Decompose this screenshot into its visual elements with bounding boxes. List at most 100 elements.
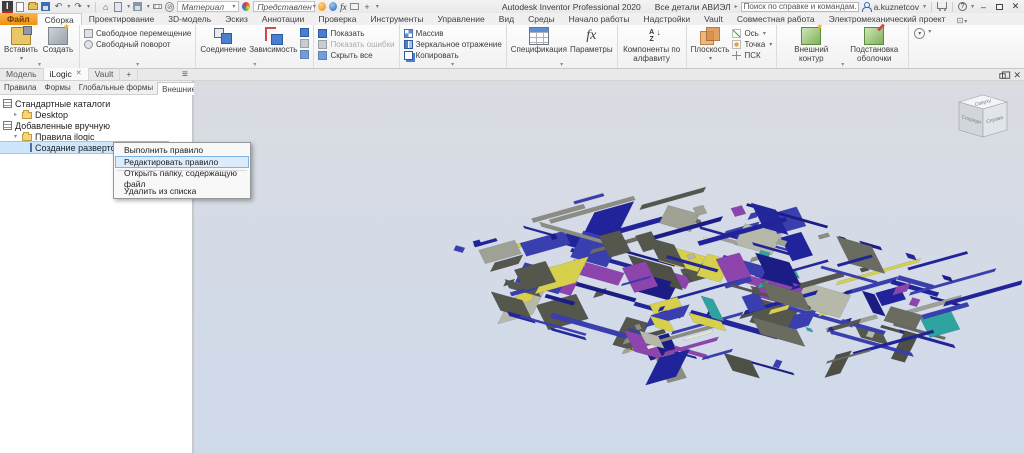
add-browser-tab-button[interactable]: + [120,68,139,80]
ribbon-options-button[interactable]: ▾ ▾ [909,25,936,68]
menu-item-open-folder[interactable]: Открыть папку, содержащую файл [115,168,249,189]
outline-button[interactable]: Внешний контур [781,23,841,64]
axis-button[interactable]: Ось ▾ [732,28,772,38]
redo-icon[interactable]: ↷ [73,1,83,12]
tab-collaborate[interactable]: Совместная работа [730,13,822,25]
help-search-input[interactable]: Поиск по справке и командам. [740,1,859,12]
help-dropdown-icon[interactable]: ▾ [971,3,974,10]
plane-dropdown-icon[interactable]: ▾ [709,56,712,63]
menu-item-run-rule[interactable]: Выполнить правило [115,144,249,156]
joint-button[interactable]: Соединение [200,27,246,55]
appearance-wheel-icon[interactable] [242,2,251,11]
undo-icon[interactable]: ↶ [54,1,64,12]
add-qat-icon[interactable]: + [362,1,372,12]
measure-icon[interactable] [153,1,163,12]
show-relationships-icon[interactable] [300,28,310,37]
menu-item-edit-rule[interactable]: Редактировать правило [115,156,249,168]
show-button[interactable]: Показать [318,28,394,38]
save-icon[interactable] [41,1,51,12]
tab-environments[interactable]: Среды [521,13,561,25]
inventor-app-icon[interactable]: I [2,0,13,13]
parameters-button[interactable]: fx Параметры [570,27,613,55]
expander-open-icon[interactable]: ▾ [12,133,19,140]
update-icon[interactable] [133,1,143,12]
ribbon-display-icon[interactable]: ⊡▾ [956,16,967,25]
subtab-global-forms[interactable]: Глобальные формы [75,81,157,94]
return-icon[interactable] [114,1,124,12]
close-button[interactable]: ✕ [1009,1,1022,12]
browser-tab-vault[interactable]: Vault [89,68,121,80]
subtab-rules[interactable]: Правила [0,81,40,94]
document-restore-icon[interactable] [999,71,1011,79]
home-icon[interactable]: ⌂ [101,1,111,12]
tab-sketch[interactable]: Эскиз [218,13,255,25]
tab-add-ins[interactable]: Надстройки [636,13,697,25]
ucs-button[interactable]: ПСК [732,50,772,60]
point-button[interactable]: Точка ▾ [732,39,772,49]
tab-tools[interactable]: Инструменты [363,13,430,25]
insert-button[interactable]: Вставить ▾ [4,26,38,63]
tab-electromechanical[interactable]: Электромеханический проект [822,13,953,25]
panel-flyout-icon[interactable]: ▾ [253,62,256,68]
shrinkwrap-button[interactable]: Подстановка оболочки [844,27,904,64]
help-icon[interactable]: ? [958,1,968,12]
material-off-icon[interactable]: ⊘ [165,1,175,12]
tab-get-started[interactable]: Начало работы [562,13,637,25]
appearance-ball-icon[interactable] [318,2,327,11]
store-cart-icon[interactable] [937,2,948,11]
parameters-quick-icon[interactable]: fx [340,2,347,12]
viewcube[interactable]: Сверху Спереди Справа [952,91,1014,149]
browser-menu-icon[interactable]: ≡ [182,69,188,81]
browser-tab-model[interactable]: Модель [0,68,44,80]
hide-all-relationships-icon[interactable] [300,50,310,59]
expander-closed-icon[interactable]: ▸ [12,111,19,118]
material-dropdown[interactable]: Материал ▾ [177,1,240,12]
constrain-button[interactable]: Зависимость [249,27,297,55]
tree-item-desktop[interactable]: ▸ Desktop [0,109,192,120]
tab-file[interactable]: Файл [0,13,37,25]
tree-item-rules-ilogic-folder[interactable]: ▾ Правила ilogic [0,131,192,142]
close-tab-icon[interactable]: ✕ [76,68,82,80]
undo-dropdown-icon[interactable]: ▾ [67,3,70,10]
hide-all-button[interactable]: Скрыть все [318,50,394,60]
tab-design[interactable]: Проектирование [82,13,162,25]
tab-assembly[interactable]: Сборка [36,13,82,25]
tab-view[interactable]: Вид [492,13,521,25]
adjust-ball-icon[interactable] [329,2,338,11]
pattern-button[interactable]: Массив [403,28,502,38]
tab-3d-model[interactable]: 3D-модель [161,13,218,25]
new-file-icon[interactable] [16,1,26,12]
tab-manage[interactable]: Управление [430,13,491,25]
free-rotate-button[interactable]: Свободный поворот [84,39,191,49]
insert-dropdown-icon[interactable]: ▾ [20,56,23,63]
show-sick-icon[interactable] [300,39,310,48]
point-dropdown-icon[interactable]: ▾ [769,41,772,48]
copy-button[interactable]: Копировать [403,50,502,60]
minimize-button[interactable]: – [977,1,990,12]
return-dropdown-icon[interactable]: ▾ [127,3,130,10]
qat-customize-icon[interactable]: ▾ [376,3,379,10]
update-dropdown-icon[interactable]: ▾ [147,3,150,10]
search-collapse-icon[interactable]: ▸ [735,3,738,10]
tab-inspect[interactable]: Проверка [311,13,363,25]
alpha-components-button[interactable]: AZ Компоненты по алфавиту [622,27,682,64]
redo-dropdown-icon[interactable]: ▾ [87,3,90,10]
mirror-button[interactable]: Зеркальное отражение [403,39,502,49]
tab-vault[interactable]: Vault [697,13,730,25]
plane-button[interactable]: Плоскость ▾ [691,27,729,63]
panel-flyout-icon[interactable]: ▾ [560,62,563,68]
axis-dropdown-icon[interactable]: ▾ [763,30,766,37]
tree-item-standard-catalogs[interactable]: Стандартные каталоги [0,98,192,109]
free-move-button[interactable]: Свободное перемещение [84,28,191,38]
document-close-icon[interactable]: ✕ [1013,70,1021,81]
signed-in-user[interactable]: a.kuznetcov [874,2,919,12]
bom-button[interactable]: Спецификация [511,27,567,55]
subtab-forms[interactable]: Формы [40,81,74,94]
model-viewport[interactable]: Сверху Спереди Справа [194,81,1024,453]
appearance-dropdown[interactable]: Представлен ▾ [253,1,316,12]
panel-flyout-icon[interactable]: ▾ [841,62,844,68]
tab-annotate[interactable]: Аннотации [255,13,312,25]
display-settings-icon[interactable] [349,1,360,12]
panel-flyout-icon[interactable]: ▾ [451,62,454,68]
browser-tab-ilogic[interactable]: iLogic ✕ [43,68,89,80]
